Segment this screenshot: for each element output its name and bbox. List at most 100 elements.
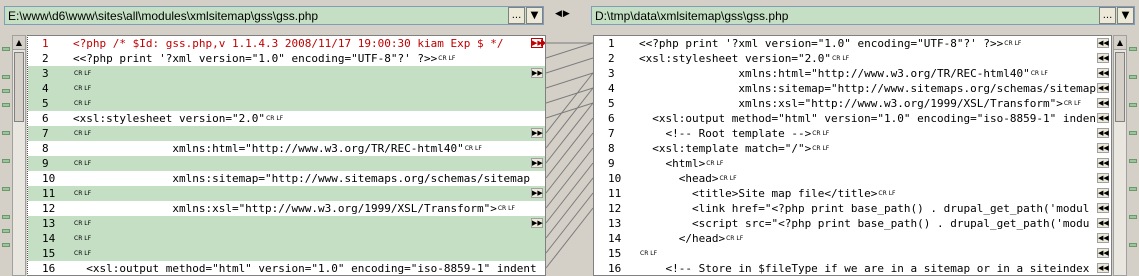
diff-overview-tick[interactable] (2, 89, 10, 93)
line-row[interactable]: 15 CR LF (28, 246, 545, 261)
copy-left-icon[interactable]: ◀◀ (1097, 173, 1109, 183)
line-row[interactable]: 6 <xsl:output method="html" version="1.0… (594, 111, 1111, 126)
line-row[interactable]: 1 <?php /* $Id: gss.php,v 1.1.4.3 2008/11… (28, 36, 545, 51)
copy-left-icon[interactable]: ◀◀ (1097, 218, 1109, 228)
diff-overview-tick[interactable] (1129, 47, 1137, 51)
line-number: 15 (608, 247, 622, 260)
line-row[interactable]: 5 xmlns:xsl="http://www.w3.org/1999/XSL/… (594, 96, 1111, 111)
copy-right-icon[interactable]: ▶▶ (531, 128, 543, 138)
copy-left-icon[interactable]: ◀◀ (1097, 188, 1109, 198)
line-row[interactable]: 7 CR LF ▶▶ (28, 126, 545, 141)
line-row[interactable]: 9 CR LF ▶▶ (28, 156, 545, 171)
diff-overview-tick[interactable] (1129, 103, 1137, 107)
copy-left-icon[interactable]: ◀◀ (1097, 203, 1109, 213)
copy-right-icon[interactable]: ▶▶ (531, 158, 543, 168)
copy-left-icon[interactable]: ◀◀ (1097, 113, 1109, 123)
diff-overview-tick[interactable] (2, 159, 10, 163)
line-row[interactable]: 16 <xsl:output method="html" version="1.… (28, 261, 545, 275)
line-row[interactable]: 6 <xsl:stylesheet version="2.0"CR LF (28, 111, 545, 126)
left-history-dropdown[interactable]: ▼ (526, 7, 543, 24)
line-number: 4 (608, 82, 615, 95)
line-code: <xsl:stylesheet version="2.0"CR LF (73, 111, 545, 126)
line-text: <xsl:template match="/"> (639, 142, 812, 155)
copy-right-icon[interactable]: ▶▶ (531, 188, 543, 198)
copy-left-icon[interactable]: ◀◀ (1097, 263, 1109, 273)
line-row[interactable]: 8 <xsl:template match="/">CR LF ◀◀ (594, 141, 1111, 156)
crlf-marker: CR LF (438, 55, 456, 62)
diff-overview-tick[interactable] (1129, 75, 1137, 79)
diff-overview-tick[interactable] (1129, 131, 1137, 135)
line-row[interactable]: 14 CR LF (28, 231, 545, 246)
line-row[interactable]: 15 CR LF ◀◀ (594, 246, 1111, 261)
line-code: <html>CR LF (639, 156, 1111, 171)
scroll-thumb[interactable] (14, 52, 24, 122)
copy-left-icon[interactable]: ◀◀ (1097, 68, 1109, 78)
line-text: <xsl:output method="html" version="1.0" … (73, 262, 537, 275)
line-row[interactable]: 13 <script src="<?php print base_path() … (594, 216, 1111, 231)
scroll-up-icon[interactable]: ▲ (1114, 36, 1126, 50)
line-row[interactable]: 11 CR LF ▶▶ (28, 186, 545, 201)
diff-overview-tick[interactable] (1129, 215, 1137, 219)
right-history-dropdown[interactable]: ▼ (1117, 7, 1134, 24)
line-row[interactable]: 1 <<?php print '?xml version="1.0" encodi… (594, 36, 1111, 51)
copy-left-icon[interactable]: ◀◀ (1097, 38, 1109, 48)
line-row[interactable]: 13 CR LF ▶▶ (28, 216, 545, 231)
copy-left-icon[interactable]: ◀◀ (1097, 233, 1109, 243)
diff-overview-tick[interactable] (2, 187, 10, 191)
right-vertical-scrollbar[interactable]: ▲ (1113, 35, 1127, 276)
right-file-path[interactable]: D:\tmp\data\xmlsitemap\gss\gss.php (592, 9, 1098, 23)
right-file-path-bar: D:\tmp\data\xmlsitemap\gss\gss.php ... ▼ (591, 6, 1135, 25)
diff-overview-tick[interactable] (2, 229, 10, 233)
line-row[interactable]: 10 <head>CR LF ◀◀ (594, 171, 1111, 186)
left-browse-button[interactable]: ... (508, 7, 525, 24)
left-file-pane[interactable]: 1 <?php /* $Id: gss.php,v 1.1.4.3 2008/11… (27, 35, 546, 276)
copy-right-icon[interactable]: ▶▶ (531, 218, 543, 228)
diff-overview-tick[interactable] (1129, 243, 1137, 247)
copy-left-icon[interactable]: ◀◀ (1097, 158, 1109, 168)
left-file-path[interactable]: E:\www\d6\www\sites\all\modules\xmlsitem… (5, 9, 507, 23)
line-row[interactable]: 8 xmlns:html="http://www.w3.org/TR/REC-h… (28, 141, 545, 156)
line-row[interactable]: 12 xmlns:xsl="http://www.w3.org/1999/XSL… (28, 201, 545, 216)
diff-overview-tick[interactable] (1129, 187, 1137, 191)
line-row[interactable]: 5 CR LF (28, 96, 545, 111)
diff-overview-tick[interactable] (2, 243, 10, 247)
line-row[interactable]: 2 <<?php print '?xml version="1.0" encodi… (28, 51, 545, 66)
line-row[interactable]: 10 xmlns:sitemap="http://www.sitemaps.or… (28, 171, 545, 186)
left-vertical-scrollbar[interactable]: ▲ (12, 35, 26, 276)
line-row[interactable]: 3 xmlns:html="http://www.w3.org/TR/REC-h… (594, 66, 1111, 81)
diff-overview-tick[interactable] (1129, 159, 1137, 163)
diff-overview-tick[interactable] (2, 75, 10, 79)
swap-panes-icon[interactable]: ◀▶ (555, 9, 571, 19)
scroll-thumb[interactable] (1115, 52, 1125, 122)
copy-left-icon[interactable]: ◀◀ (1097, 98, 1109, 108)
line-number: 14 (608, 232, 622, 245)
left-diff-overview[interactable] (0, 35, 12, 276)
line-row[interactable]: 16 <!-- Store in $fileType if we are in … (594, 261, 1111, 275)
line-row[interactable]: 3 CR LF ▶▶ (28, 66, 545, 81)
line-row[interactable]: 7 <!-- Root template -->CR LF ◀◀ (594, 126, 1111, 141)
line-row[interactable]: 9 <html>CR LF ◀◀ (594, 156, 1111, 171)
copy-left-icon[interactable]: ◀◀ (1097, 83, 1109, 93)
copy-left-icon[interactable]: ◀◀ (1097, 128, 1109, 138)
line-text: <head> (639, 172, 719, 185)
copy-left-icon[interactable]: ◀◀ (1097, 143, 1109, 153)
line-row[interactable]: 4 xmlns:sitemap="http://www.sitemaps.org… (594, 81, 1111, 96)
line-code: xmlns:sitemap="http://www.sitemaps.org/s… (73, 171, 545, 186)
line-row[interactable]: 4 CR LF (28, 81, 545, 96)
scroll-up-icon[interactable]: ▲ (13, 36, 25, 50)
line-row[interactable]: 11 <title>Site map file</title>CR LF ◀◀ (594, 186, 1111, 201)
diff-overview-tick[interactable] (2, 131, 10, 135)
line-code: CR LF (73, 231, 545, 246)
right-browse-button[interactable]: ... (1099, 7, 1116, 24)
copy-left-icon[interactable]: ◀◀ (1097, 53, 1109, 63)
right-diff-overview[interactable] (1127, 35, 1139, 276)
diff-overview-tick[interactable] (2, 47, 10, 51)
copy-right-icon[interactable]: ▶▶ (531, 68, 543, 78)
line-row[interactable]: 2 <xsl:stylesheet version="2.0"CR LF ◀◀ (594, 51, 1111, 66)
right-file-pane[interactable]: 1 <<?php print '?xml version="1.0" encodi… (593, 35, 1112, 276)
diff-overview-tick[interactable] (2, 103, 10, 107)
diff-overview-tick[interactable] (2, 215, 10, 219)
line-row[interactable]: 12 <link href="<?php print base_path() .… (594, 201, 1111, 216)
copy-left-icon[interactable]: ◀◀ (1097, 248, 1109, 258)
line-row[interactable]: 14 </head>CR LF ◀◀ (594, 231, 1111, 246)
